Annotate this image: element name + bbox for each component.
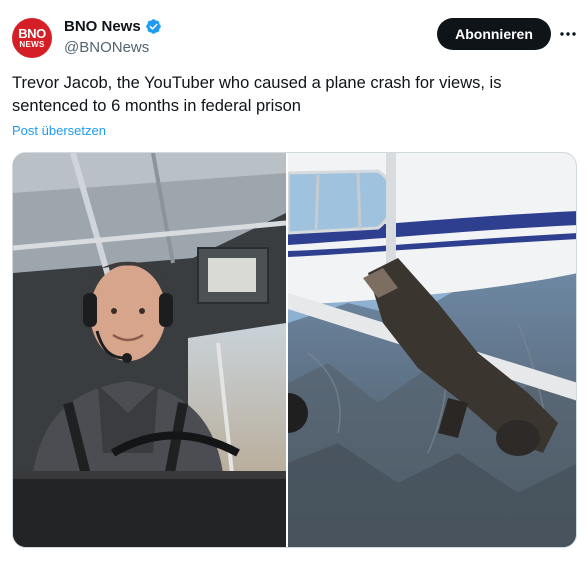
photo-pilot-in-cockpit[interactable] [13,153,286,548]
media-container [12,152,577,548]
photo-jumping-from-plane[interactable] [288,153,577,548]
avatar[interactable]: BNO NEWS [12,18,52,58]
author-handle[interactable]: @BNONews [64,39,149,56]
avatar-logo-text: BNO [18,26,46,41]
author-name-row: BNO News [64,18,162,35]
avatar-logo-subtext: NEWS [19,40,45,49]
translate-link[interactable]: Post übersetzen [12,123,106,138]
tweet-header: BNO NEWS BNO News @BNONews Abonnieren [0,0,588,64]
author-name[interactable]: BNO News [64,18,141,35]
follow-button[interactable]: Abonnieren [437,18,551,50]
more-options-button[interactable] [556,22,580,46]
tweet-text: Trevor Jacob, the YouTuber who caused a … [12,74,502,115]
verified-badge-icon [145,19,161,34]
more-horizontal-icon [560,32,576,36]
